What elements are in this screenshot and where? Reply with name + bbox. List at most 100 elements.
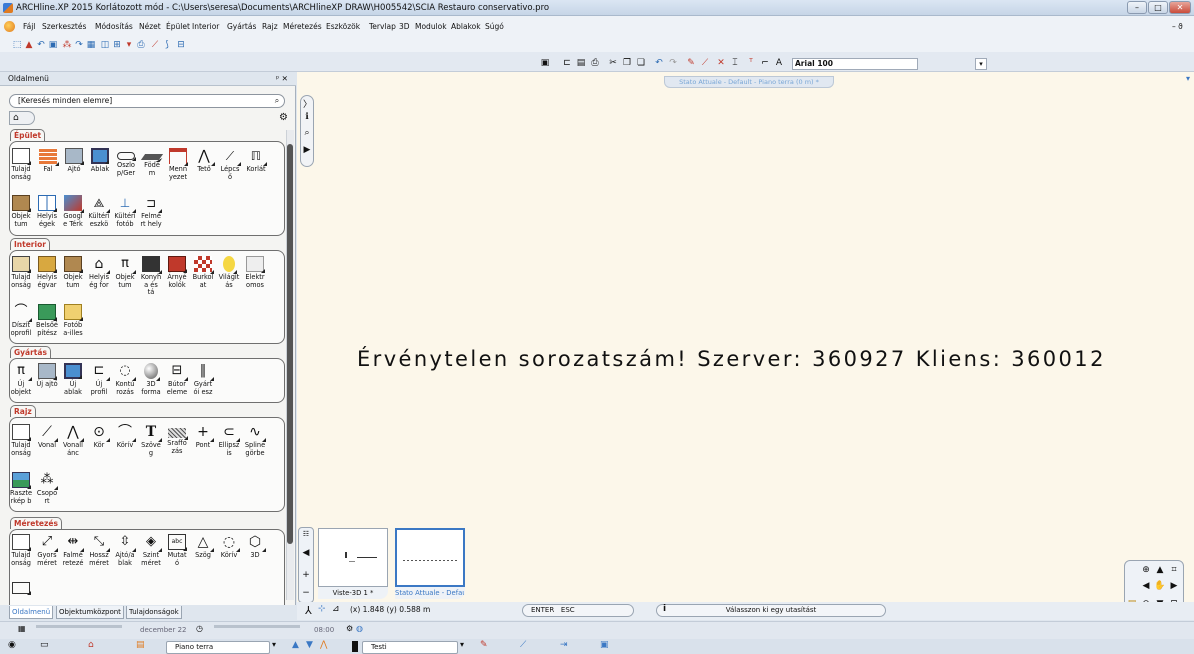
tool-column[interactable]: Oszlo p/Ger: [115, 148, 137, 177]
menu-building[interactable]: Épület: [166, 22, 190, 31]
tool-outdoor-photo[interactable]: ⊥ Kültéri fotób: [114, 195, 136, 228]
tool-level-dimension[interactable]: ◈ Szint méret: [140, 534, 162, 567]
tool-roof[interactable]: ⋀ Tető: [193, 148, 215, 174]
tool-building-properties[interactable]: Tulajd onság: [10, 148, 32, 181]
menu-draw[interactable]: Rajz: [262, 22, 278, 31]
tool-google-map[interactable]: Googl e Térk: [62, 195, 84, 228]
nav-info-icon[interactable]: ℹ: [303, 112, 311, 122]
pan-left-icon[interactable]: ◀: [1140, 580, 1152, 592]
home-icon[interactable]: ⌂: [9, 111, 35, 125]
view-tab[interactable]: Stato Attuale - Default - Piano terra (0…: [664, 76, 834, 88]
tool-group[interactable]: ⁂ Csopo rt: [36, 472, 58, 505]
section-dimension-header[interactable]: Méretezés: [10, 517, 62, 529]
undo-small-icon[interactable]: ↶: [654, 58, 664, 68]
tool-survey[interactable]: ⊐ Felmé rt hely: [140, 195, 162, 228]
menu-dimension[interactable]: Méretezés: [283, 22, 322, 31]
thumb-remove-icon[interactable]: −: [302, 588, 310, 598]
fill-icon[interactable]: ▣: [600, 640, 609, 650]
minimize-button[interactable]: –: [1127, 1, 1147, 14]
open-icon[interactable]: ▲: [24, 40, 34, 50]
copy-icon[interactable]: ❐: [622, 58, 632, 68]
close-button[interactable]: ✕: [1169, 1, 1191, 14]
scrollbar-thumb[interactable]: [287, 144, 293, 544]
tool-interior-object[interactable]: Objek tum: [62, 256, 84, 289]
thumbnail-active-view[interactable]: [395, 528, 465, 587]
tool-draw-properties[interactable]: Tulajd onság: [10, 424, 32, 457]
mdi-controls[interactable]: – ϑ: [1172, 22, 1183, 31]
enter-key[interactable]: ENTER: [531, 606, 554, 614]
tool-shade[interactable]: Árnyé kolók: [166, 256, 188, 289]
menu-layout[interactable]: Tervlap: [369, 22, 396, 31]
pen-color-icon[interactable]: ✎: [480, 640, 488, 650]
menu-edit[interactable]: Szerkesztés: [42, 22, 86, 31]
tool-interior-object2[interactable]: π Objek tum: [114, 256, 136, 289]
floor-up-icon[interactable]: ▲: [292, 640, 299, 650]
print-small-icon[interactable]: ⎙: [590, 58, 600, 68]
thumb-prev-icon[interactable]: ◀: [302, 548, 310, 558]
tool-hatch[interactable]: Sraffo zás: [166, 424, 188, 455]
tool-annotation[interactable]: [10, 582, 32, 596]
tool-dimension-properties[interactable]: Tulajd onság: [10, 534, 32, 567]
tool-polyline[interactable]: ⋀ Vonall ánc: [62, 424, 84, 457]
group-icon[interactable]: ⁂: [62, 40, 72, 50]
tool-outdoor[interactable]: ⟁ Kültéri eszkö: [88, 195, 110, 228]
measure-icon[interactable]: ⊿: [332, 604, 340, 614]
tool-tile[interactable]: Burkol at: [192, 256, 214, 289]
tool-stair[interactable]: ⟋ Lépcs ő: [219, 148, 241, 181]
delete-icon[interactable]: ✕: [716, 58, 726, 68]
tool-3d-shape[interactable]: 3D forma: [140, 363, 162, 396]
paste-icon[interactable]: ❏: [636, 58, 646, 68]
brush-icon[interactable]: ⟋: [700, 58, 710, 68]
floor-selector[interactable]: Piano terra: [166, 641, 270, 654]
tool-line[interactable]: ⟋ Vonal: [36, 424, 58, 450]
tool-manufacture-tool[interactable]: ‖ Gyárt ói esz: [192, 363, 214, 396]
thumbnail-3d-view[interactable]: [318, 528, 388, 587]
canvas-corner-chevron-icon[interactable]: ▾: [1186, 74, 1190, 83]
tool-text[interactable]: T Szöve g: [140, 424, 162, 457]
menu-3d[interactable]: 3D: [399, 22, 410, 31]
clock-icon[interactable]: ◷: [196, 624, 203, 633]
tab-properties[interactable]: Tulajdonságok: [126, 606, 182, 619]
sun-globe-icon[interactable]: ◍: [356, 624, 363, 633]
pin-close-icon[interactable]: ᵖ ✕: [276, 74, 288, 83]
menu-interior[interactable]: Interior: [192, 22, 219, 31]
nav-play-icon[interactable]: ▶: [303, 145, 311, 155]
tool-ellipse[interactable]: ⊂ Ellipsz is: [218, 424, 240, 457]
menu-help[interactable]: Súgó: [485, 22, 504, 31]
tool-photo[interactable]: Fotób a-illes: [62, 304, 84, 337]
drawing-canvas[interactable]: [297, 72, 1194, 606]
tool-room-shape[interactable]: ⌂ Helyis ég for: [88, 256, 110, 289]
line-tool-icon[interactable]: ⟋: [150, 40, 160, 50]
cut-icon[interactable]: ✂: [608, 58, 618, 68]
date-slider[interactable]: [36, 625, 122, 628]
tool-point[interactable]: + Pont: [192, 424, 214, 450]
tool-new-window[interactable]: Új ablak: [62, 363, 84, 396]
layers-icon[interactable]: ◫: [100, 40, 110, 50]
line-weight-icon[interactable]: ⇥: [560, 640, 568, 650]
thumb-add-icon[interactable]: +: [302, 570, 310, 580]
tool-circle[interactable]: ⊙ Kör: [88, 424, 110, 450]
command-pill[interactable]: ENTER ESC: [522, 604, 634, 617]
pan-up-icon[interactable]: ▲: [1154, 564, 1166, 576]
grid-icon[interactable]: ▦: [86, 40, 96, 50]
tool-pointer[interactable]: abc Mutat ó: [166, 534, 188, 567]
gear-icon[interactable]: ⚙: [279, 112, 288, 123]
floor-dropdown-chevron-icon[interactable]: ▾: [272, 640, 276, 649]
new-icon[interactable]: ⬚: [12, 40, 22, 50]
line-type-icon[interactable]: ⟋: [520, 640, 526, 650]
menu-modules[interactable]: Modulok: [415, 22, 447, 31]
pan-right-icon[interactable]: ▶: [1168, 580, 1180, 592]
tool-new-object[interactable]: π Új objekt: [10, 363, 32, 396]
layer-tools-icon[interactable]: ⋀: [320, 640, 327, 650]
section-draw-header[interactable]: Rajz: [10, 405, 36, 417]
section-interior-header[interactable]: Interior: [10, 238, 50, 250]
tool-door-window-dimension[interactable]: ⇳ Ajtó/a blak: [114, 534, 136, 567]
tool-lighting[interactable]: Világít ás: [218, 256, 240, 289]
font-name-field[interactable]: Arial 100: [792, 58, 918, 70]
tool-kitchen[interactable]: Konyh a és tá: [140, 256, 162, 297]
zoom-in-icon[interactable]: ⊕: [1140, 564, 1152, 576]
menu-view[interactable]: Nézet: [139, 22, 161, 31]
app-menu-icon[interactable]: [4, 21, 15, 32]
tool-length-dimension[interactable]: ⤡ Hossz méret: [88, 534, 110, 567]
tool-arc[interactable]: ⌒ Körív: [114, 424, 136, 450]
